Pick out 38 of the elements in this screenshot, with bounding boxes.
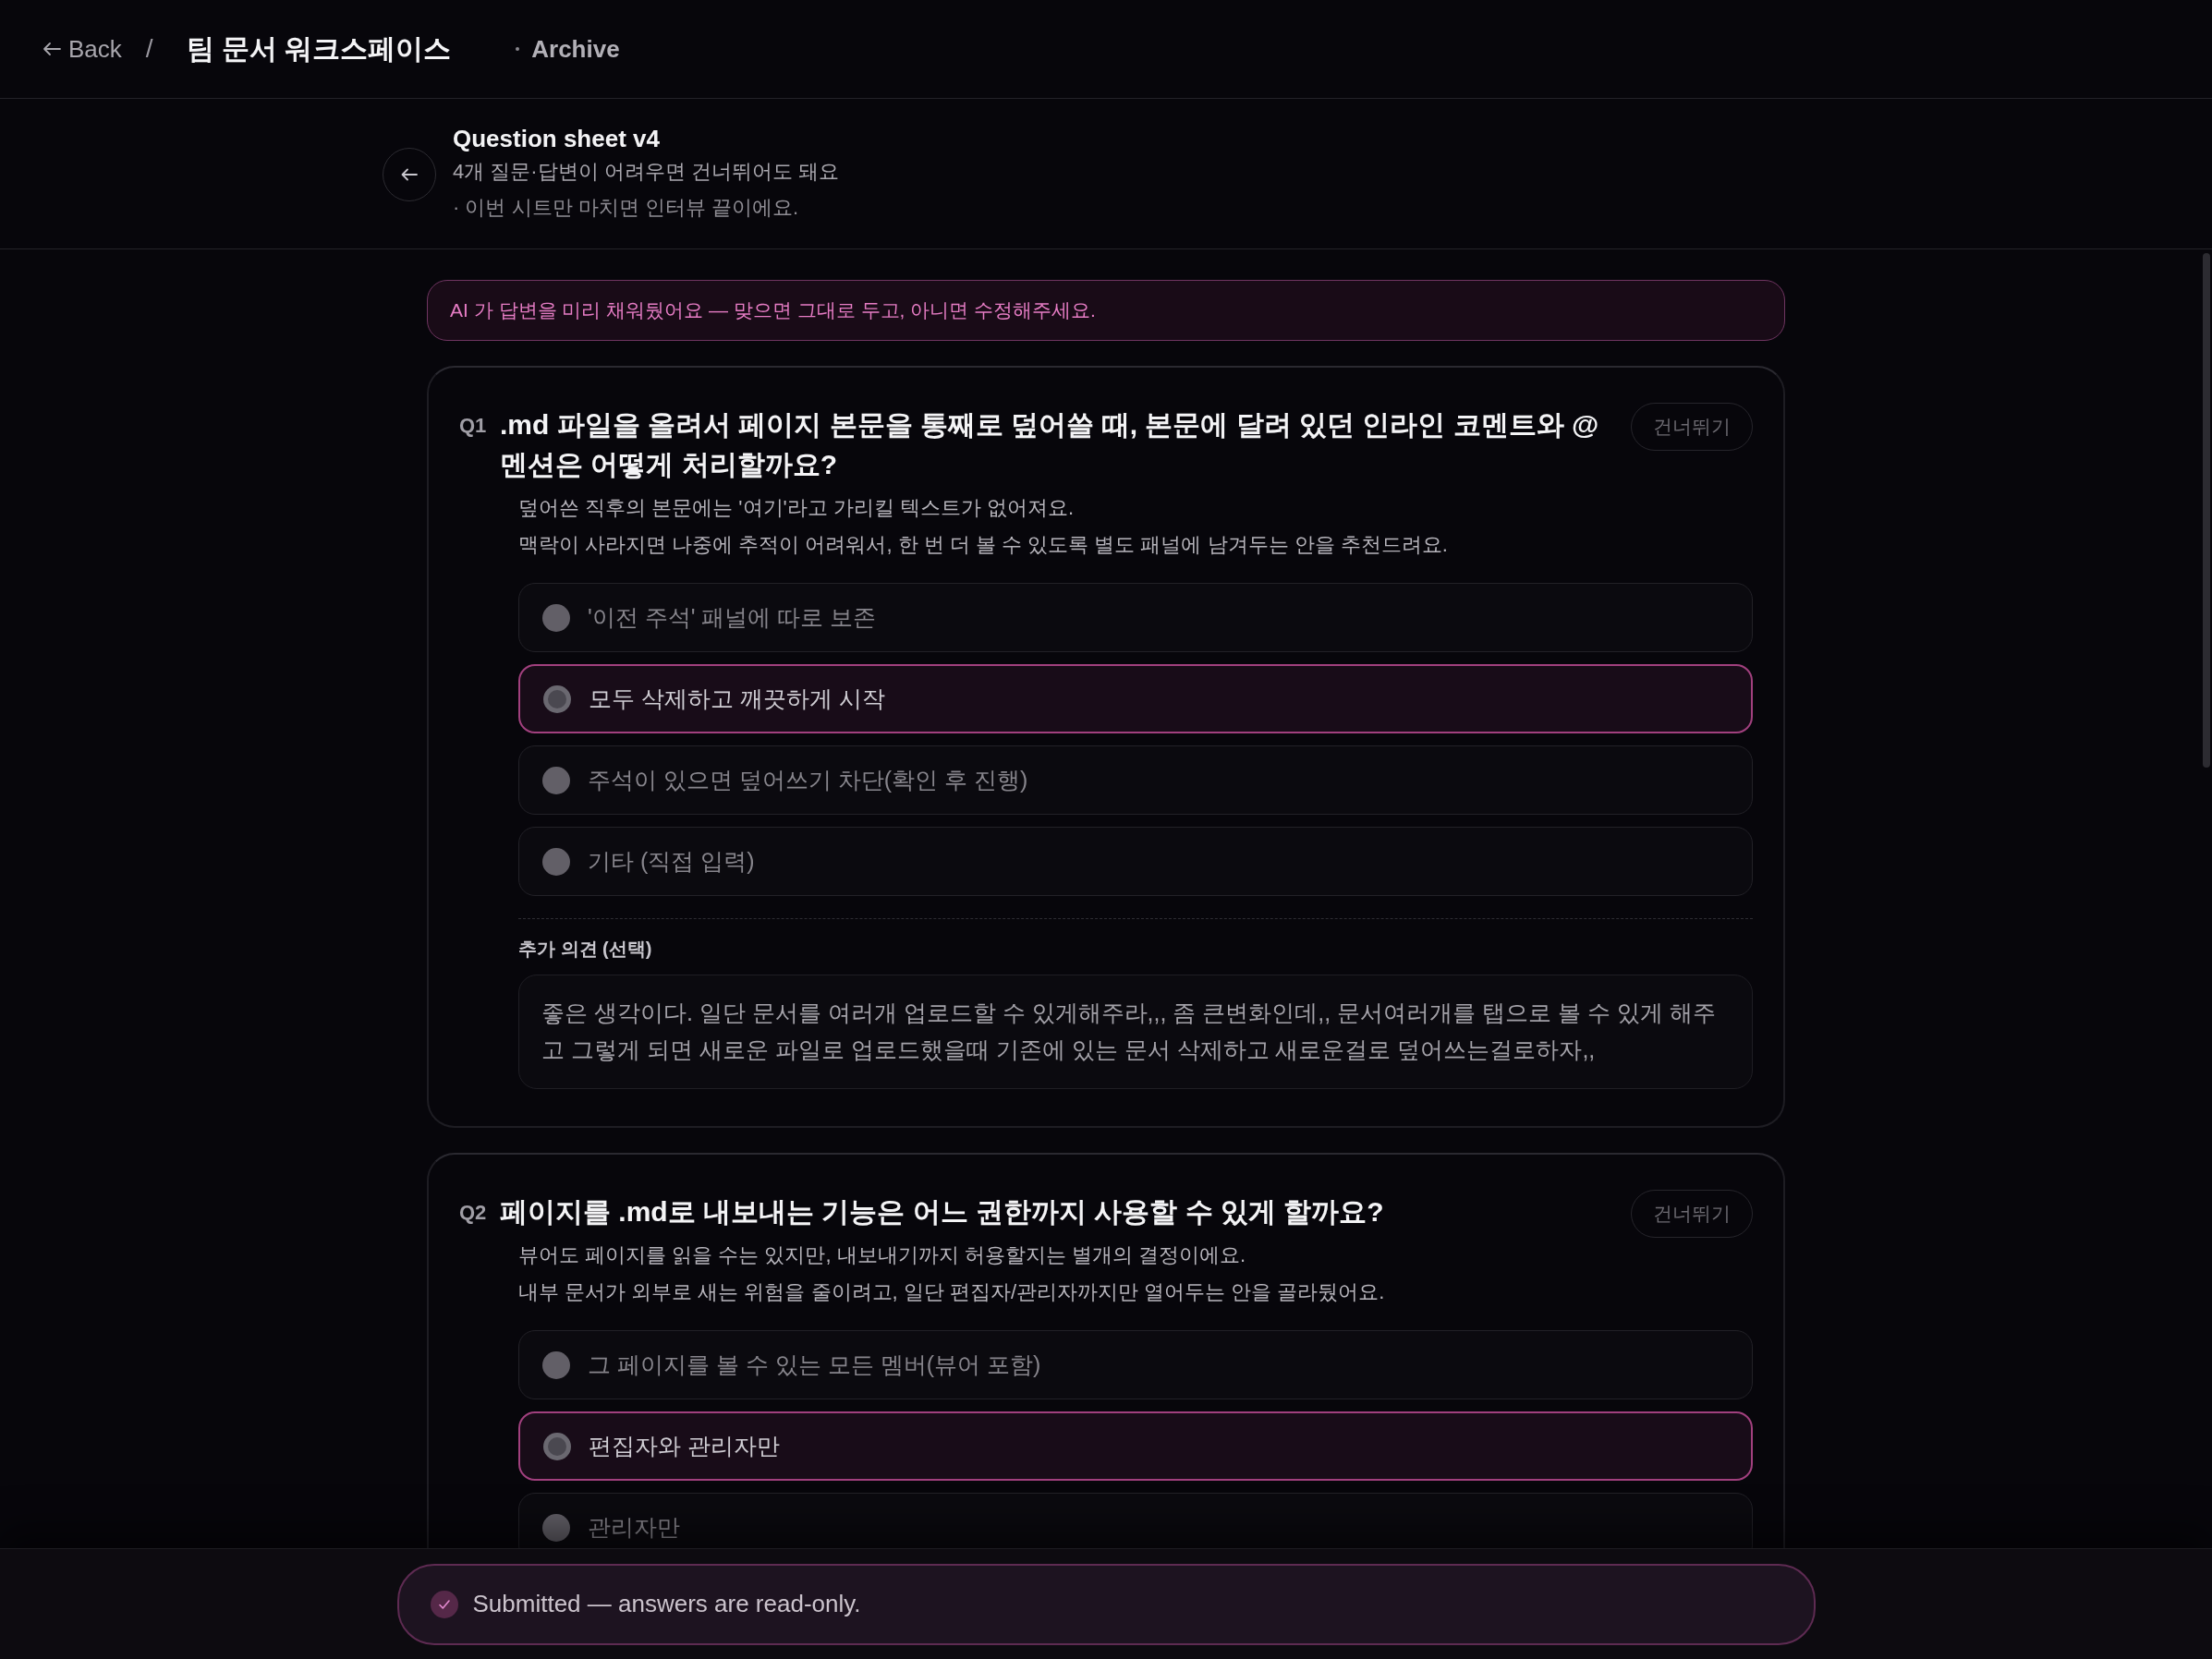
answer-option[interactable]: 그 페이지를 볼 수 있는 모든 멤버(뷰어 포함): [518, 1330, 1753, 1399]
scrollbar-thumb[interactable]: [2203, 253, 2210, 768]
sheet-title: Question sheet v4: [453, 124, 661, 154]
answer-option[interactable]: 편집자와 관리자만: [518, 1411, 1753, 1481]
back-link[interactable]: Back: [43, 34, 122, 64]
sheet-note: · 이번 시트만 마치면 인터뷰 끝이에요.: [453, 195, 799, 221]
bullet-dot-icon: [516, 47, 520, 51]
radio-icon: [542, 603, 570, 632]
workspace-title: 팀 문서 워크스페이스: [186, 31, 452, 66]
comment-label: 추가 의견 (선택): [518, 938, 653, 960]
archive-label: Archive: [531, 34, 620, 64]
radio-icon: [542, 847, 570, 876]
answer-option[interactable]: 주석이 있으면 덮어쓰기 차단(확인 후 진행): [518, 745, 1753, 815]
arrow-left-icon: [43, 42, 61, 56]
ai-notice-banner: AI 가 답변을 미리 채워뒀어요 — 맞으면 그대로 두고, 아니면 수정해주세요.: [427, 280, 1785, 341]
question-description: 덮어쓴 직후의 본문에는 '여기'라고 가리킬 텍스트가 없어져요.: [518, 495, 1076, 521]
radio-icon: [543, 684, 571, 713]
comment-field[interactable]: 좋은 생각이다. 일단 문서를 여러개 업로드할 수 있게해주라,,, 좀 큰변화인데,, 문서여러개를 탭으로 볼 수 있게 해주고 그렇게 되면 새로운 파일로 업로드했을때 기존에 있는 문서 삭제하고 새로운걸로 덮어쓰는걸로하자,,: [518, 975, 1753, 1089]
question-number: Q2: [459, 1200, 488, 1225]
radio-icon: [543, 1432, 571, 1460]
question-description: 내부 문서가 외부로 새는 위험을 줄이려고, 일단 편집자/관리자까지만 열어두는 안을 골라뒀어요.: [518, 1279, 1386, 1305]
answer-option[interactable]: 모두 삭제하고 깨끗하게 시작: [518, 664, 1753, 733]
status-text: Submitted — answers are read-only.: [472, 1590, 861, 1618]
answer-option[interactable]: '이전 주석' 패널에 따로 보존: [518, 583, 1753, 652]
question-title: .md 파일을 올려서 페이지 본문을 통째로 덮어쓸 때, 본문에 달려 있던 인라인 코멘트와 @멘션은 어떻게 처리할까요?: [500, 408, 1600, 481]
question-number: Q1: [459, 413, 488, 438]
question-description: 맥락이 사라지면 나중에 추적이 어려워서, 한 번 더 볼 수 있도록 별도 패널에 남겨두는 안을 추천드려요.: [518, 532, 1449, 558]
check-icon: [430, 1590, 458, 1618]
radio-icon: [542, 1513, 570, 1542]
radio-icon: [542, 1350, 570, 1379]
answer-option[interactable]: 기타 (직접 입력): [518, 827, 1753, 896]
sheet-subtitle: 4개 질문·답변이 어려우면 건너뛰어도 돼요: [453, 159, 839, 185]
radio-icon: [542, 766, 570, 794]
answer-option[interactable]: 관리자만: [518, 1493, 1753, 1548]
question-description: 뷰어도 페이지를 읽을 수는 있지만, 내보내기까지 허용할지는 별개의 결정이에요.: [518, 1242, 1247, 1268]
question-title: 페이지를 .md로 내보내는 기능은 어느 권한까지 사용할 수 있게 할까요?: [500, 1195, 1385, 1229]
arrow-left-icon: [401, 168, 418, 181]
breadcrumb-separator: /: [145, 34, 153, 64]
